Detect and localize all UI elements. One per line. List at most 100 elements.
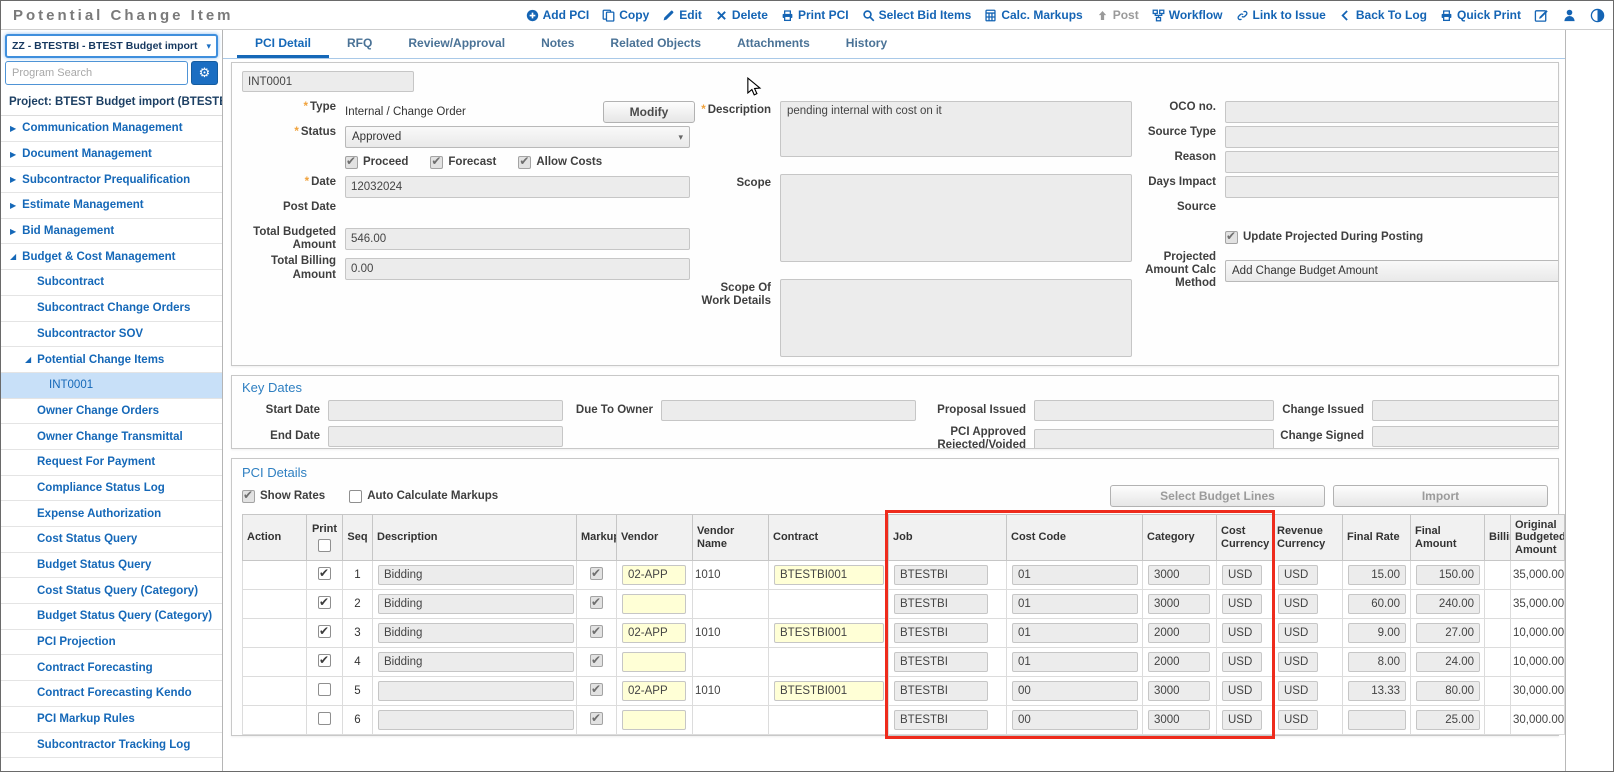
revenue-currency-input[interactable]: USD: [1278, 652, 1318, 672]
revenue-currency-input[interactable]: USD: [1278, 710, 1318, 730]
final-amount-input[interactable]: 27.00: [1416, 623, 1480, 643]
copy-button[interactable]: Copy: [602, 8, 649, 22]
sidebar-item-bid-management[interactable]: ▶ Bid Management: [1, 219, 222, 245]
markup-checkbox[interactable]: [590, 653, 603, 667]
tab-notes[interactable]: Notes: [523, 30, 592, 58]
category-input[interactable]: 3000: [1148, 681, 1210, 701]
sidebar-item-subcontractor-prequalification[interactable]: ▶ Subcontractor Prequalification: [1, 167, 222, 194]
category-input[interactable]: 3000: [1148, 594, 1210, 614]
cost-currency-input[interactable]: USD: [1222, 594, 1262, 614]
forecast-checkbox[interactable]: [430, 154, 444, 169]
link-to-issue-button[interactable]: Link to Issue: [1236, 8, 1326, 22]
description-input[interactable]: [378, 681, 574, 701]
sidebar-item-subcontractor-tracking-log[interactable]: Subcontractor Tracking Log: [1, 733, 222, 759]
date-field[interactable]: 12032024: [345, 176, 690, 198]
tree-expand-icon[interactable]: ▶: [10, 150, 16, 159]
print-checkbox[interactable]: [318, 624, 331, 638]
sidebar-item-cost-status-query-category[interactable]: Cost Status Query (Category): [1, 578, 222, 605]
cost-code-input[interactable]: 01: [1012, 652, 1138, 672]
cost-currency-input[interactable]: USD: [1222, 623, 1262, 643]
sidebar-item-contract-forecasting-kendo[interactable]: Contract Forecasting Kendo: [1, 681, 222, 707]
allow-costs-checkbox[interactable]: [518, 154, 532, 169]
final-amount-input[interactable]: 150.00: [1416, 565, 1480, 585]
sidebar-item-compliance-status-log[interactable]: Compliance Status Log: [1, 476, 222, 502]
description-input[interactable]: Bidding: [378, 623, 574, 643]
sidebar-item-subcontractor-sov[interactable]: Subcontractor SOV: [1, 322, 222, 348]
sidebar-item-pci-markup-rules[interactable]: PCI Markup Rules: [1, 707, 222, 733]
sidebar-item-subcontract-change-orders[interactable]: Subcontract Change Orders: [1, 296, 222, 322]
calc-markups-button[interactable]: Calc. Markups: [984, 8, 1083, 22]
category-input[interactable]: 2000: [1148, 652, 1210, 672]
tree-expand-icon[interactable]: ▶: [10, 124, 16, 133]
final-rate-input[interactable]: 13.33: [1348, 681, 1406, 701]
vendor-input[interactable]: 02-APP: [622, 623, 686, 643]
modify-button[interactable]: Modify: [603, 101, 695, 123]
description-input[interactable]: Bidding: [378, 565, 574, 585]
cost-currency-input[interactable]: USD: [1222, 652, 1262, 672]
source-type-field[interactable]: [1225, 126, 1558, 148]
update-projected-checkbox[interactable]: [1225, 229, 1238, 244]
category-input[interactable]: 2000: [1148, 623, 1210, 643]
sidebar-item-communication-management[interactable]: ▶ Communication Management: [1, 116, 222, 142]
session-button[interactable]: [1590, 8, 1605, 23]
post-button[interactable]: Post: [1096, 8, 1139, 22]
markup-checkbox[interactable]: [590, 566, 603, 580]
select-all-print-checkbox[interactable]: [318, 538, 331, 552]
description-input[interactable]: Bidding: [378, 652, 574, 672]
job-input[interactable]: BTESTBI: [894, 565, 988, 585]
sidebar-item-int0001[interactable]: INT0001: [1, 372, 222, 399]
final-rate-input[interactable]: [1348, 710, 1406, 730]
cost-code-input[interactable]: 01: [1012, 565, 1138, 585]
show-rates-checkbox[interactable]: [242, 488, 255, 503]
sidebar-item-owner-change-transmittal[interactable]: Owner Change Transmittal: [1, 424, 222, 450]
delete-button[interactable]: Delete: [715, 8, 768, 22]
sidebar-item-budget-status-query[interactable]: Budget Status Query: [1, 553, 222, 579]
tree-collapse-icon[interactable]: ◢: [25, 355, 31, 364]
revenue-currency-input[interactable]: USD: [1278, 594, 1318, 614]
vendor-input[interactable]: 02-APP: [622, 681, 686, 701]
end-date-field[interactable]: [328, 426, 563, 447]
change-issued-field[interactable]: [1372, 400, 1558, 421]
category-input[interactable]: 3000: [1148, 710, 1210, 730]
print-pci-button[interactable]: Print PCI: [781, 8, 849, 22]
category-input[interactable]: 3000: [1148, 565, 1210, 585]
vendor-input[interactable]: [622, 710, 686, 730]
select-bid-items-button[interactable]: Select Bid Items: [862, 8, 971, 22]
change-signed-field[interactable]: [1372, 426, 1558, 447]
cost-currency-input[interactable]: USD: [1222, 710, 1262, 730]
description-input[interactable]: Bidding: [378, 594, 574, 614]
sidebar-item-contract-forecasting[interactable]: Contract Forecasting: [1, 655, 222, 682]
tab-history[interactable]: History: [828, 30, 905, 58]
calc-method-select[interactable]: Add Change Budget Amount ▾: [1225, 259, 1558, 282]
program-search-input[interactable]: [5, 61, 188, 85]
print-checkbox[interactable]: [318, 595, 331, 609]
back-to-log-button[interactable]: Back To Log: [1339, 8, 1427, 22]
vendor-input[interactable]: [622, 594, 686, 614]
edit-note-button[interactable]: [1534, 8, 1549, 23]
sidebar-item-estimate-management[interactable]: ▶ Estimate Management: [1, 193, 222, 219]
add-pci-button[interactable]: Add PCI: [526, 8, 589, 22]
cost-currency-input[interactable]: USD: [1222, 565, 1262, 585]
quick-print-button[interactable]: Quick Print: [1440, 8, 1521, 22]
print-checkbox[interactable]: [318, 566, 331, 580]
import-button[interactable]: Import: [1333, 485, 1548, 507]
oco-no-field[interactable]: [1225, 101, 1558, 123]
revenue-currency-input[interactable]: USD: [1278, 565, 1318, 585]
final-rate-input[interactable]: 60.00: [1348, 594, 1406, 614]
job-input[interactable]: BTESTBI: [894, 710, 988, 730]
description-input[interactable]: [378, 710, 574, 730]
tree-expand-icon[interactable]: ▶: [10, 201, 16, 210]
days-impact-field[interactable]: [1225, 176, 1558, 198]
description-textarea[interactable]: pending internal with cost on it: [780, 101, 1132, 157]
total-budgeted-field[interactable]: 546.00: [345, 228, 690, 251]
cost-code-input[interactable]: 00: [1012, 710, 1138, 730]
tab-related-objects[interactable]: Related Objects: [592, 30, 719, 58]
tab-pci-detail[interactable]: PCI Detail: [237, 30, 330, 58]
final-rate-input[interactable]: 15.00: [1348, 565, 1406, 585]
contract-input[interactable]: BTESTBI001: [774, 681, 884, 701]
sidebar-item-pci-projection[interactable]: PCI Projection: [1, 630, 222, 656]
tab-review-approval[interactable]: Review/Approval: [390, 30, 523, 58]
markup-checkbox[interactable]: [590, 682, 603, 696]
cost-code-input[interactable]: 01: [1012, 594, 1138, 614]
scope-textarea[interactable]: [780, 174, 1132, 262]
